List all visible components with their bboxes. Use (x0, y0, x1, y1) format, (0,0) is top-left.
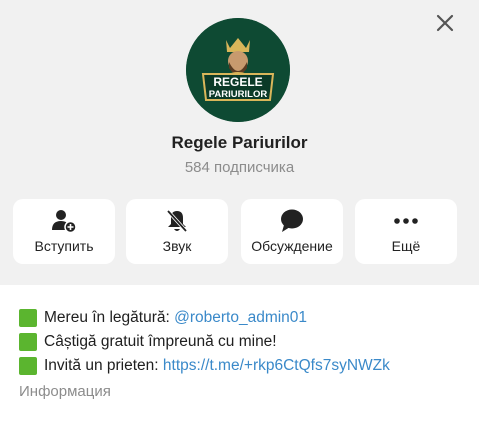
join-button[interactable]: Вступить (13, 199, 115, 264)
description-line: Mereu în legătură: @roberto_admin01 (19, 306, 469, 330)
channel-title: Regele Pariurilor (171, 133, 308, 152)
action-bar: Вступить Звук Обсуждение Ещё (13, 199, 466, 264)
channel-description: Mereu în legătură: @roberto_admin01 Câșt… (19, 306, 469, 404)
admin-username-link[interactable]: @roberto_admin01 (174, 306, 307, 330)
discussion-button[interactable]: Обсуждение (241, 199, 343, 264)
more-button[interactable]: Ещё (355, 199, 457, 264)
more-dots-icon (355, 208, 457, 234)
logo-text-line1: REGELE (213, 75, 262, 89)
green-square-emoji-icon (19, 333, 37, 351)
more-label: Ещё (391, 238, 421, 254)
logo-text-line2: PARIURILOR (209, 89, 268, 100)
channel-header: REGELE PARIURILOR Regele Pariurilor 584 … (0, 0, 479, 285)
sound-label: Звук (162, 238, 192, 254)
channel-avatar: REGELE PARIURILOR (186, 18, 290, 122)
green-square-emoji-icon (19, 357, 37, 375)
description-text: Câștigă gratuit împreună cu mine! (44, 333, 277, 350)
join-label: Вступить (34, 238, 94, 254)
subscriber-count: 584 подписчика (184, 159, 295, 176)
add-user-icon (13, 208, 115, 234)
info-section-label: Информация (19, 383, 111, 400)
description-text: Invită un prieten: (44, 357, 159, 374)
description-line: Câștigă gratuit împreună cu mine! (19, 330, 469, 354)
description-text: Mereu în legătură: (44, 309, 170, 326)
bell-muted-icon (126, 208, 228, 234)
chat-bubble-icon (241, 208, 343, 234)
close-icon[interactable] (433, 11, 457, 35)
invite-link[interactable]: https://t.me/+rkp6CtQfs7syNWZk (163, 354, 390, 378)
green-square-emoji-icon (19, 309, 37, 327)
description-line: Invită un prieten: https://t.me/+rkp6CtQ… (19, 354, 469, 378)
sound-button[interactable]: Звук (126, 199, 228, 264)
discussion-label: Обсуждение (251, 238, 333, 254)
